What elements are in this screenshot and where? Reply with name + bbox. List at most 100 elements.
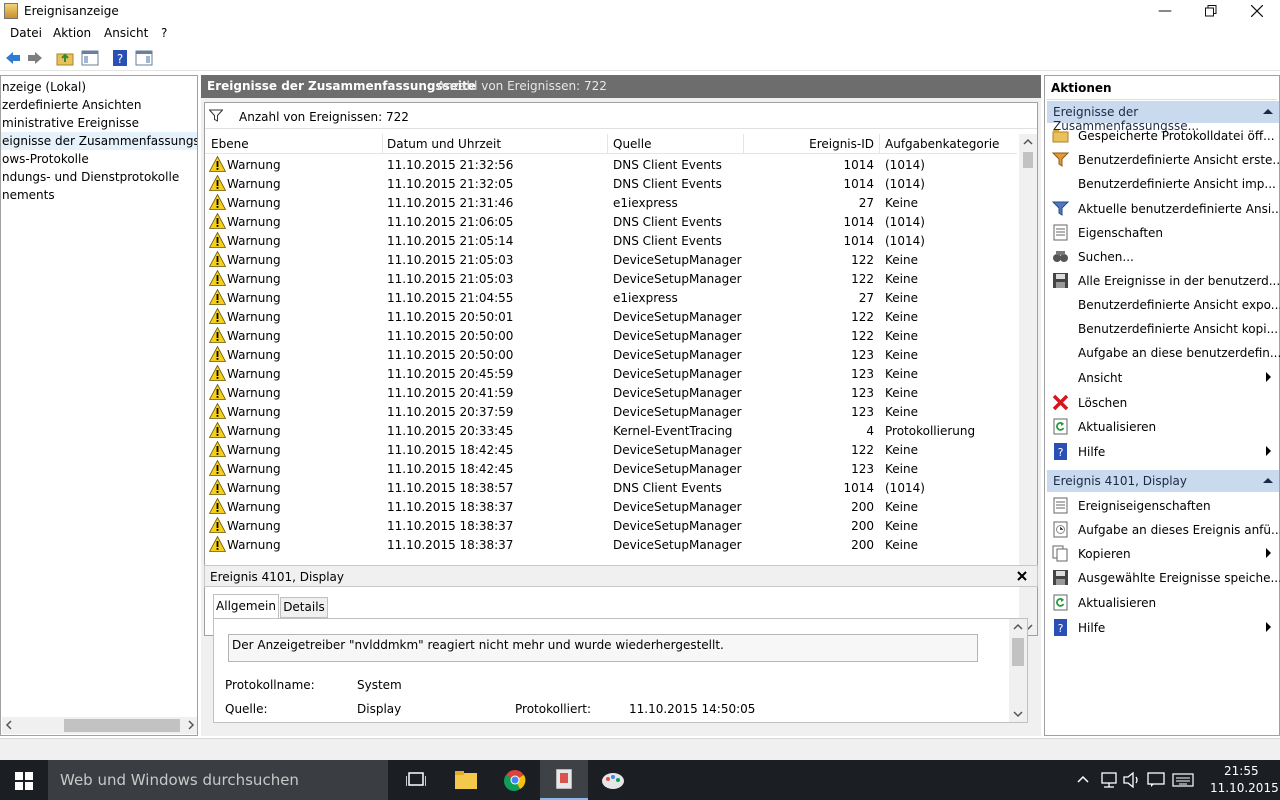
clock-date[interactable]: 11.10.2015 (1210, 781, 1279, 795)
actions-section-summary[interactable]: Ereignisse der Zusammenfassungsse... (1047, 101, 1279, 133)
menu-help[interactable]: ? (161, 26, 167, 40)
scroll-down-icon[interactable] (1013, 710, 1023, 718)
action-item[interactable]: Gespeicherte Protokolldatei öff... (1047, 124, 1279, 148)
action-item[interactable]: Aufgabe an dieses Ereignis anfü... (1047, 518, 1280, 542)
actions-section-event[interactable]: Ereignis 4101, Display (1047, 470, 1279, 492)
tree-item-subscriptions[interactable]: nements (1, 186, 55, 204)
tree-item-summary-events[interactable]: eignisse der Zusammenfassungsseite (1, 132, 197, 150)
action-center-icon[interactable] (1147, 772, 1165, 788)
chevron-up-icon[interactable] (1077, 775, 1089, 783)
tab-details[interactable]: Details (280, 597, 328, 618)
scroll-up-icon[interactable] (1023, 138, 1033, 146)
table-row[interactable]: Warnung 11.10.2015 21:31:46 e1iexpress 27 Ke… (205, 193, 1017, 212)
table-row[interactable]: Warnung 11.10.2015 18:38:57 DNS Client Eve… (205, 478, 1017, 497)
detail-scrollbar[interactable] (1009, 619, 1027, 722)
help-icon[interactable]: ? (111, 49, 129, 67)
folder-up-icon[interactable] (56, 49, 74, 67)
action-pane-icon[interactable] (135, 49, 153, 67)
table-row[interactable]: Warnung 11.10.2015 21:32:05 DNS Client Eve… (205, 174, 1017, 193)
action-item[interactable]: Aufgabe an diese benutzerdefin... (1047, 341, 1280, 365)
scroll-left-icon[interactable] (4, 720, 14, 730)
event-message[interactable]: Der Anzeigetreiber "nvlddmkm" reagiert n… (228, 634, 978, 662)
action-item[interactable]: Benutzerdefinierte Ansicht imp... (1047, 172, 1279, 196)
table-row[interactable]: Warnung 11.10.2015 20:45:59 DeviceSetupMan… (205, 364, 1017, 383)
minimize-button[interactable]: — (1142, 0, 1188, 23)
scroll-up-icon[interactable] (1013, 623, 1023, 631)
table-row[interactable]: Warnung 11.10.2015 20:33:45 Kernel-EventTr… (205, 421, 1017, 440)
action-item[interactable]: Aktuelle benutzerdefinierte Ansi... (1047, 197, 1280, 221)
scroll-thumb[interactable] (1012, 638, 1024, 666)
column-aufgabenkategorie[interactable]: Aufgabenkategorie (885, 137, 999, 151)
scroll-thumb[interactable] (64, 719, 180, 732)
forward-arrow-icon[interactable] (26, 49, 44, 67)
event-viewer-task-button[interactable] (540, 760, 588, 800)
action-item[interactable]: Ansicht (1047, 366, 1279, 390)
back-arrow-icon[interactable] (4, 49, 22, 67)
tree-item-app-service-logs[interactable]: ndungs- und Dienstprotokolle (1, 168, 179, 186)
action-item[interactable]: Benutzerdefinierte Ansicht expo... (1047, 293, 1280, 317)
windows-start-icon[interactable] (15, 772, 33, 790)
scroll-right-icon[interactable] (186, 720, 196, 730)
tab-allgemein[interactable]: Allgemein (213, 594, 279, 618)
action-item[interactable]: Löschen (1047, 391, 1279, 415)
warning-icon (209, 156, 226, 172)
column-datum[interactable]: Datum und Uhrzeit (387, 137, 501, 151)
horizontal-scrollbar[interactable] (2, 717, 197, 734)
table-row[interactable]: Warnung 11.10.2015 18:42:45 DeviceSetupMan… (205, 440, 1017, 459)
table-row[interactable]: Warnung 11.10.2015 18:38:37 DeviceSetupMan… (205, 497, 1017, 516)
column-ereignis-id[interactable]: Ereignis-ID (745, 137, 874, 151)
action-item[interactable]: Eigenschaften (1047, 221, 1279, 245)
table-row[interactable]: Warnung 11.10.2015 20:41:59 DeviceSetupMan… (205, 383, 1017, 402)
scroll-thumb[interactable] (1023, 152, 1033, 168)
table-row[interactable]: Warnung 11.10.2015 21:04:55 e1iexpress 27 Ke… (205, 288, 1017, 307)
close-button[interactable] (1234, 0, 1280, 23)
taskbar-search-box[interactable]: Web und Windows durchsuchen (48, 760, 388, 800)
tree-item-custom-views[interactable]: zerdefinierte Ansichten (1, 96, 141, 114)
column-ebene[interactable]: Ebene (211, 137, 249, 151)
table-row[interactable]: Warnung 11.10.2015 20:50:01 DeviceSetupMan… (205, 307, 1017, 326)
column-quelle[interactable]: Quelle (613, 137, 651, 151)
action-item[interactable]: Aktualisieren (1047, 591, 1279, 615)
table-row[interactable]: Warnung 11.10.2015 18:42:45 DeviceSetupMan… (205, 459, 1017, 478)
chrome-button[interactable] (491, 760, 539, 800)
console-tree-icon[interactable] (81, 49, 99, 67)
close-icon[interactable] (1017, 571, 1027, 581)
action-item[interactable]: Benutzerdefinierte Ansicht kopi... (1047, 317, 1279, 341)
tree-item-windows-logs[interactable]: ows-Protokolle (1, 150, 89, 168)
table-row[interactable]: Warnung 11.10.2015 21:32:56 DNS Client Eve… (205, 155, 1017, 174)
menu-ansicht[interactable]: Ansicht (104, 26, 148, 40)
volume-icon[interactable] (1123, 772, 1141, 788)
paint-button[interactable] (589, 760, 637, 800)
clock-time[interactable]: 21:55 (1224, 764, 1259, 778)
table-row[interactable]: Warnung 11.10.2015 20:50:00 DeviceSetupMan… (205, 345, 1017, 364)
action-item[interactable]: ? Hilfe (1047, 616, 1279, 640)
menu-datei[interactable]: Datei (10, 26, 42, 40)
action-item[interactable]: Benutzerdefinierte Ansicht erste... (1047, 148, 1280, 172)
task-view-button[interactable] (392, 760, 440, 800)
table-row[interactable]: Warnung 11.10.2015 21:05:03 DeviceSetupMan… (205, 250, 1017, 269)
table-row[interactable]: Warnung 11.10.2015 21:05:03 DeviceSetupMan… (205, 269, 1017, 288)
file-explorer-button[interactable] (442, 760, 490, 800)
maximize-button[interactable] (1188, 0, 1234, 23)
table-row[interactable]: Warnung 11.10.2015 18:38:37 DeviceSetupMan… (205, 535, 1017, 554)
action-item[interactable]: Ausgewählte Ereignisse speiche... (1047, 566, 1280, 590)
action-item[interactable]: Alle Ereignisse in der benutzerd... (1047, 269, 1280, 293)
action-item[interactable]: Ereigniseigenschaften (1047, 494, 1279, 518)
network-icon[interactable] (1100, 772, 1118, 788)
action-item[interactable]: Kopieren (1047, 542, 1279, 566)
tree-item-admin-events[interactable]: ministrative Ereignisse (1, 114, 139, 132)
tree-item-local[interactable]: nzeige (Lokal) (1, 78, 86, 96)
table-row[interactable]: Warnung 11.10.2015 18:38:37 DeviceSetupMan… (205, 516, 1017, 535)
menu-aktion[interactable]: Aktion (53, 26, 91, 40)
action-item[interactable]: Aktualisieren (1047, 415, 1279, 439)
collapse-icon[interactable] (1263, 108, 1273, 115)
vertical-scrollbar[interactable] (1019, 134, 1037, 635)
collapse-icon[interactable] (1263, 477, 1273, 484)
keyboard-icon[interactable] (1172, 773, 1194, 787)
action-item[interactable]: Suchen... (1047, 245, 1279, 269)
table-row[interactable]: Warnung 11.10.2015 21:06:05 DNS Client Eve… (205, 212, 1017, 231)
table-row[interactable]: Warnung 11.10.2015 20:50:00 DeviceSetupMan… (205, 326, 1017, 345)
table-row[interactable]: Warnung 11.10.2015 20:37:59 DeviceSetupMan… (205, 402, 1017, 421)
table-row[interactable]: Warnung 11.10.2015 21:05:14 DNS Client Eve… (205, 231, 1017, 250)
action-item[interactable]: ? Hilfe (1047, 440, 1279, 464)
